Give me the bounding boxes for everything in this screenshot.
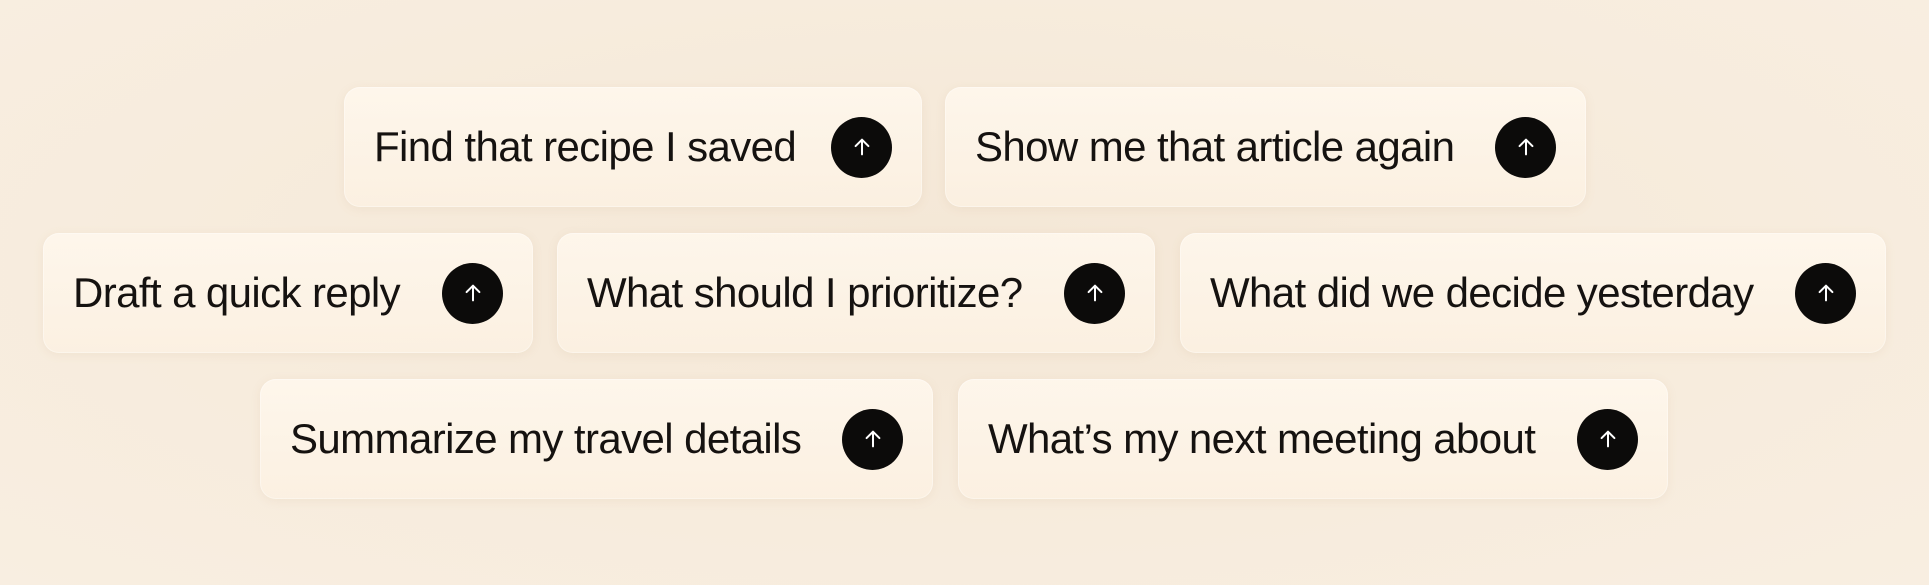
suggestion-label: Find that recipe I saved xyxy=(374,123,797,170)
suggestion-chip-travel-details[interactable]: Summarize my travel details xyxy=(260,379,933,499)
suggestion-panel: Find that recipe I saved Show me that ar… xyxy=(0,0,1929,585)
suggestion-label: What should I prioritize? xyxy=(587,269,1023,316)
send-suggestion-button[interactable] xyxy=(1064,262,1125,324)
suggestion-chip-prioritize[interactable]: What should I prioritize? xyxy=(557,233,1155,353)
arrow-up-icon xyxy=(1600,430,1615,448)
suggestion-label: Summarize my travel details xyxy=(290,415,802,462)
suggestion-chip-decide-yesterday[interactable]: What did we decide yesterday xyxy=(1180,233,1886,353)
suggestion-chip-next-meeting[interactable]: What’s my next meeting about xyxy=(958,379,1668,499)
arrow-up-icon xyxy=(1518,138,1533,156)
arrow-up-icon xyxy=(1818,284,1833,302)
suggestion-label: What did we decide yesterday xyxy=(1210,269,1754,316)
arrow-up-icon xyxy=(865,430,880,448)
send-suggestion-button[interactable] xyxy=(1495,116,1556,178)
suggestion-label: Show me that article again xyxy=(975,123,1455,170)
suggestion-label: Draft a quick reply xyxy=(73,269,401,316)
arrow-up-icon xyxy=(854,138,869,156)
send-suggestion-button[interactable] xyxy=(442,262,503,324)
send-suggestion-button[interactable] xyxy=(1795,262,1856,324)
suggestion-chip-draft-reply[interactable]: Draft a quick reply xyxy=(43,233,533,353)
suggestion-label: What’s my next meeting about xyxy=(988,415,1536,462)
send-suggestion-button[interactable] xyxy=(1577,408,1638,470)
suggestion-chip-show-article[interactable]: Show me that article again xyxy=(945,87,1586,207)
suggestion-chip-find-recipe[interactable]: Find that recipe I saved xyxy=(344,87,922,207)
send-suggestion-button[interactable] xyxy=(842,408,903,470)
arrow-up-icon xyxy=(1087,284,1102,302)
send-suggestion-button[interactable] xyxy=(831,116,892,178)
arrow-up-icon xyxy=(465,284,480,302)
